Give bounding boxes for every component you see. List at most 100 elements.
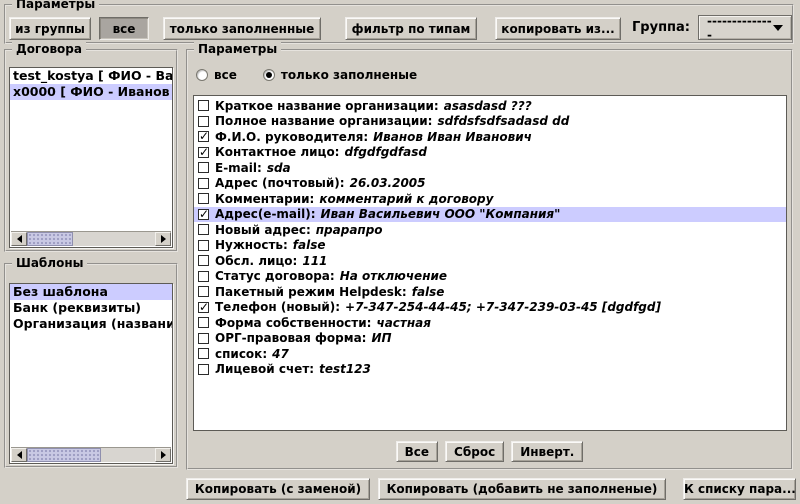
parameter-label: Полное название организации: [215,114,432,128]
templates-list[interactable]: Без шаблонаБанк (реквизиты)Организация (… [9,283,173,464]
toolbar-button[interactable]: только заполненные [163,17,321,40]
scrollbar-track[interactable] [27,448,155,462]
contracts-list[interactable]: test_kostya [ ФИО - Васиx0000 [ ФИО - Ив… [9,67,173,248]
parameter-label: Телефон (новый): [215,300,340,314]
contract-list-item[interactable]: x0000 [ ФИО - Иванов Ив [10,84,172,100]
selection-button[interactable]: Инверт. [511,441,583,462]
template-list-item[interactable]: Организация (название, [10,316,172,332]
parameter-value: прарапро [316,223,383,237]
parameter-row[interactable]: Контактное лицо: dfgdfgdfasd [194,145,786,161]
parameters-groupbox: Параметры все только заполненые Краткое … [186,49,793,470]
checkbox[interactable] [198,178,209,189]
checkbox[interactable] [198,333,209,344]
checkbox[interactable] [198,317,209,328]
radio-option[interactable]: все [196,68,237,82]
parameter-value: asasdasd ??? [444,99,532,113]
group-select-label: Группа: [632,20,690,35]
parameter-row[interactable]: E-mail: sda [194,160,786,176]
parameter-row[interactable]: Адрес(e-mail): Иван Васильевич ООО "Комп… [194,207,786,223]
bottom-action-button[interactable]: Копировать (добавить не заполненые) [378,478,666,500]
parameter-value: sdfdsfsdfsadasd dd [437,114,569,128]
scroll-right-button[interactable] [155,232,171,246]
checkbox[interactable] [198,286,209,297]
contract-list-item[interactable]: test_kostya [ ФИО - Васи [10,68,172,84]
template-list-item[interactable]: Банк (реквизиты) [10,300,172,316]
parameter-row[interactable]: Комментарии: комментарий к договору [194,191,786,207]
parameter-row[interactable]: Новый адрес: прарапро [194,222,786,238]
scrollbar-thumb[interactable] [27,448,101,462]
parameter-row[interactable]: Обсл. лицо: 111 [194,253,786,269]
parameter-row[interactable]: Полное название организации: sdfdsfsdfsa… [194,114,786,130]
parameter-value: sda [267,161,291,175]
parameter-row[interactable]: Адрес (почтовый): 26.03.2005 [194,176,786,192]
bottom-action-button[interactable]: К списку пара... [683,478,796,500]
arrow-left-icon [17,451,22,459]
checkbox[interactable] [198,240,209,251]
contracts-horizontal-scrollbar[interactable] [11,231,171,246]
checkbox[interactable] [198,348,209,359]
selection-button[interactable]: Сброс [445,441,504,462]
parameter-row[interactable]: Краткое название организации: asasdasd ?… [194,98,786,114]
scroll-right-button[interactable] [155,448,171,462]
parameter-value: На отключение [340,269,447,283]
toolbar-button[interactable]: копировать из... [495,17,621,40]
parameter-label: Пакетный режим Helpdesk: [215,285,407,299]
checkbox[interactable] [198,209,209,220]
toolbar-group-title: Параметры [12,0,99,11]
checkbox[interactable] [198,364,209,375]
parameter-label: E-mail: [215,161,262,175]
templates-group-title: Шаблоны [12,256,87,270]
arrow-right-icon [161,451,166,459]
contracts-groupbox: Договора test_kostya [ ФИО - Васиx0000 [… [4,49,178,252]
parameter-row[interactable]: Телефон (новый): +7-347-254-44-45; +7-34… [194,300,786,316]
checkbox[interactable] [198,224,209,235]
parameters-checkbox-panel[interactable]: Краткое название организации: asasdasd ?… [193,95,787,431]
checkbox[interactable] [198,255,209,266]
scrollbar-track[interactable] [27,232,155,246]
parameter-label: Ф.И.О. руководителя: [215,130,368,144]
template-list-item[interactable]: Без шаблона [10,284,172,300]
parameter-row[interactable]: Статус договора: На отключение [194,269,786,285]
parameter-value: частная [376,316,431,330]
parameters-group-title: Параметры [194,42,281,56]
scrollbar-thumb[interactable] [27,232,73,246]
checkbox[interactable] [198,162,209,173]
checkbox[interactable] [198,302,209,313]
scroll-left-button[interactable] [11,232,27,246]
parameter-row[interactable]: Пакетный режим Helpdesk: false [194,284,786,300]
checkbox[interactable] [198,100,209,111]
parameter-label: Форма собственности: [215,316,371,330]
group-dropdown-value: -------------- [707,14,773,42]
parameter-row[interactable]: список: 47 [194,346,786,362]
parameter-label: Контактное лицо: [215,145,339,159]
toolbar-button[interactable]: все [99,17,149,40]
checkbox[interactable] [198,116,209,127]
group-dropdown[interactable]: -------------- [698,15,792,40]
toolbar-buttons: из группы все только заполненные фильтр по … [9,17,621,40]
bottom-action-button[interactable]: Копировать (с заменой) [186,478,370,500]
parameter-label: Новый адрес: [215,223,311,237]
parameter-value: false [412,285,445,299]
toolbar-button[interactable]: фильтр по типам [345,17,477,40]
checkbox[interactable] [198,193,209,204]
parameter-value: false [293,238,326,252]
radio-option[interactable]: только заполненые [263,68,417,82]
parameter-row[interactable]: Форма собственности: частная [194,315,786,331]
scroll-left-button[interactable] [11,448,27,462]
parameter-row[interactable]: Лицевой счет: test123 [194,362,786,378]
checkbox[interactable] [198,271,209,282]
checkbox[interactable] [198,147,209,158]
radio-icon [196,69,208,81]
selection-button[interactable]: Все [396,441,438,462]
parameter-label: Обсл. лицо: [215,254,297,268]
toolbar-button[interactable]: из группы [9,17,91,40]
parameter-label: список: [215,347,267,361]
parameter-row[interactable]: Нужность: false [194,238,786,254]
parameter-value: Иван Васильевич ООО "Компания" [321,207,561,221]
parameter-row[interactable]: Ф.И.О. руководителя: Иванов Иван Иванови… [194,129,786,145]
templates-horizontal-scrollbar[interactable] [11,447,171,462]
checkbox[interactable] [198,131,209,142]
toolbar-groupbox: Параметры из группывсетолько заполненные… [4,4,794,44]
parameter-label: Адрес (почтовый): [215,176,345,190]
parameter-row[interactable]: ОРГ-правовая форма: ИП [194,331,786,347]
